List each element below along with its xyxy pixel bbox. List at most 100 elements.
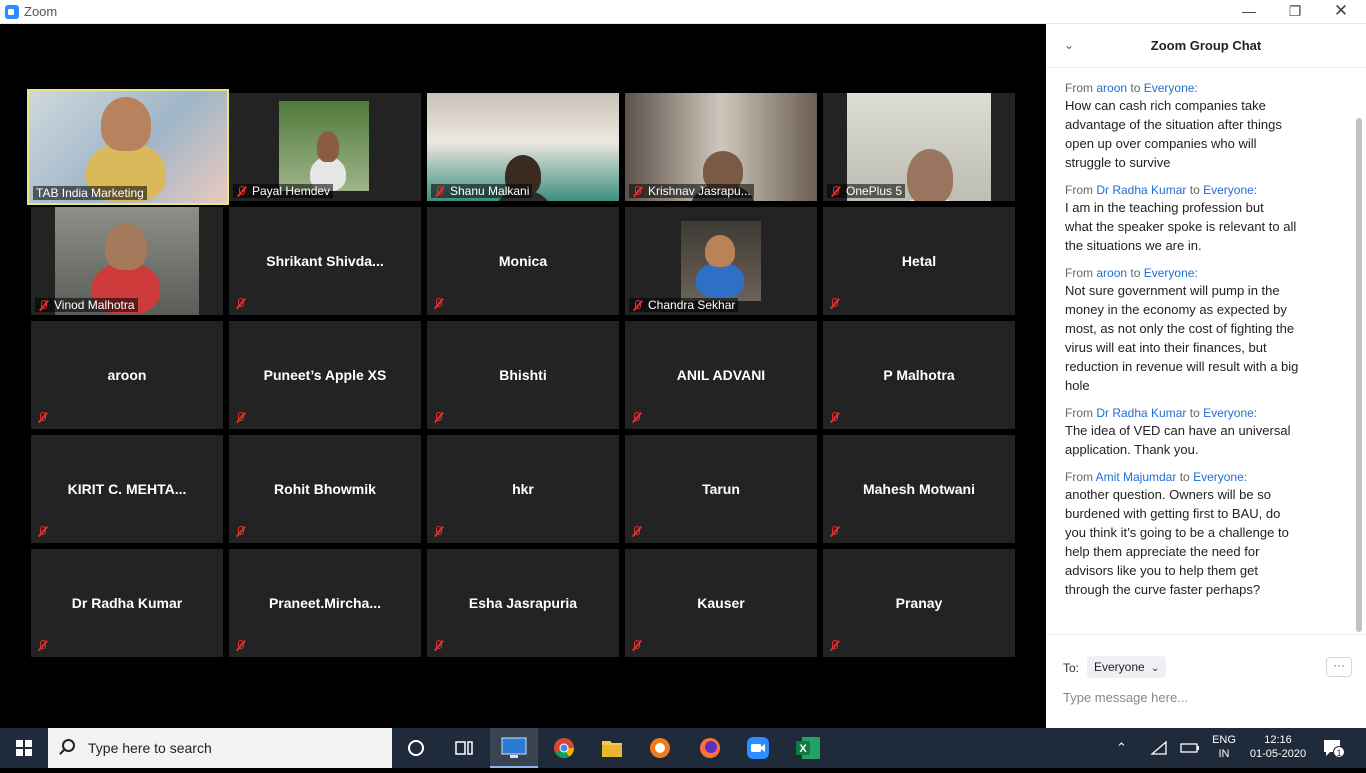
participant-tile[interactable]: hkr [427,435,619,543]
to-label: To: [1063,661,1080,675]
participant-tile[interactable]: Dr Radha Kumar [31,549,223,657]
message-header: From Amit Majumdar to Everyone: [1065,469,1334,485]
participant-tile[interactable]: Monica [427,207,619,315]
participant-name-label: Vinod Malhotra [35,298,138,312]
muted-mic-icon [829,640,840,651]
participant-name: Puneet’s Apple XS [263,367,387,383]
message-text-line: Not sure government will pump in the [1065,283,1280,298]
message-sender[interactable]: Dr Radha Kumar [1096,406,1186,420]
muted-mic-icon [632,185,643,197]
message-sender[interactable]: Dr Radha Kumar [1096,183,1186,197]
more-options-button[interactable]: ··· [1326,657,1352,677]
participant-tile[interactable]: ANIL ADVANI [625,321,817,429]
participant-name: Mahesh Motwani [862,481,975,497]
participant-name: Dr Radha Kumar [71,595,183,611]
participant-tile[interactable]: Chandra Sekhar [625,207,817,315]
taskbar-excel[interactable]: X [784,728,832,768]
participant-tile[interactable]: Pranay [823,549,1015,657]
chat-message: From aroon to Everyone: Not sure governme… [1065,265,1334,395]
muted-mic-icon [829,526,840,537]
taskbar-zoom[interactable] [734,728,782,768]
participant-face [105,223,147,270]
participant-tile[interactable]: Praneet.Mircha... [229,549,421,657]
participant-name: OnePlus 5 [846,184,903,198]
participant-name: Chandra Sekhar [648,298,736,312]
close-button[interactable]: ✕ [1318,0,1364,24]
muted-mic-icon [631,526,642,537]
participant-name: Rohit Bhowmik [274,481,376,497]
participant-name: Praneet.Mircha... [268,595,382,611]
message-recipient: Everyone: [1193,470,1248,484]
participant-name: Payal Hemdev [252,184,331,198]
muted-mic-icon [235,298,246,309]
chat-scrollbar[interactable] [1356,118,1362,632]
muted-mic-icon [829,298,840,309]
taskbar-firefox[interactable] [686,728,734,768]
participant-tile[interactable]: Hetal [823,207,1015,315]
wifi-icon[interactable] [1150,740,1170,756]
participant-tile[interactable]: Rohit Bhowmik [229,435,421,543]
chrome-icon [554,738,575,759]
message-text-line: struggle to survive [1065,155,1171,170]
participant-name-label: TAB India Marketing [33,186,147,200]
taskbar-search-box[interactable]: Type here to search [48,728,392,768]
participant-tile[interactable]: Shanu Malkani [427,93,619,201]
title-bar: Zoom — ❐ ✕ [0,0,1366,24]
participant-tile[interactable]: Vinod Malhotra [31,207,223,315]
message-sender[interactable]: Amit Majumdar [1096,470,1177,484]
muted-mic-icon [235,526,246,537]
participant-tile[interactable]: Shrikant Shivda... [229,207,421,315]
cortana-button[interactable] [392,728,440,768]
participant-tile[interactable]: Esha Jasrapuria [427,549,619,657]
participant-tile[interactable]: Payal Hemdev [229,93,421,201]
participant-tile[interactable]: Tarun [625,435,817,543]
chat-panel: ⌄ Zoom Group Chat From aroon to Everyone… [1046,24,1366,728]
from-word: From [1065,81,1093,95]
video-gallery: TAB India Marketing Payal Hemdev Shanu Mal… [0,24,1046,728]
participant-tile[interactable]: KIRIT C. MEHTA... [31,435,223,543]
svg-text:X: X [799,743,807,755]
restore-button[interactable]: ❐ [1272,0,1318,24]
chat-message-input[interactable] [1063,687,1343,707]
muted-mic-icon [433,526,444,537]
message-header: From Dr Radha Kumar to Everyone: [1065,405,1334,421]
message-sender[interactable]: aroon [1096,81,1127,95]
participant-name: Pranay [895,595,943,611]
minimize-button[interactable]: — [1226,0,1272,24]
participant-tile[interactable]: Puneet’s Apple XS [229,321,421,429]
action-center-button[interactable]: 1 [1322,738,1345,758]
muted-mic-icon [433,640,444,651]
start-button[interactable] [0,728,48,768]
participant-tile[interactable]: aroon [31,321,223,429]
task-view-icon [455,741,473,755]
muted-mic-icon [235,412,246,423]
taskbar-chrome[interactable] [540,728,588,768]
participant-tile[interactable]: Kauser [625,549,817,657]
message-text-line: you think it’s going to be a challenge t… [1065,525,1289,540]
chevron-up-icon[interactable]: ⌃ [1116,740,1127,756]
clock-time: 12:16 [1264,734,1292,746]
participant-name: Tarun [702,481,740,497]
participant-name: Shrikant Shivda... [266,253,384,269]
message-recipient: Everyone: [1143,81,1198,95]
participant-tile[interactable]: OnePlus 5 [823,93,1015,201]
message-header: From Dr Radha Kumar to Everyone: [1065,182,1334,198]
clock[interactable]: 12:16 01-05-2020 [1246,733,1310,761]
participant-tile[interactable]: Bhishti [427,321,619,429]
message-sender[interactable]: aroon [1096,266,1127,280]
participant-tile[interactable]: P Malhotra [823,321,1015,429]
battery-icon[interactable] [1180,741,1202,755]
chat-message: From aroon to Everyone: How can cash rich… [1065,80,1334,172]
task-view-button[interactable] [440,728,488,768]
muted-mic-icon [632,299,643,311]
input-language[interactable]: ENG IN [1204,733,1244,761]
taskbar-lenovo-app[interactable] [490,728,538,768]
participant-name: Kauser [697,595,745,611]
recipient-select[interactable]: Everyone ⌄ [1087,656,1167,678]
participant-tile[interactable]: Mahesh Motwani [823,435,1015,543]
taskbar-avast[interactable] [636,728,684,768]
to-word: to [1130,81,1141,95]
participant-tile[interactable]: TAB India Marketing [27,89,229,205]
participant-tile[interactable]: Krishnav Jasrapu... [625,93,817,201]
taskbar-file-explorer[interactable] [588,728,636,768]
